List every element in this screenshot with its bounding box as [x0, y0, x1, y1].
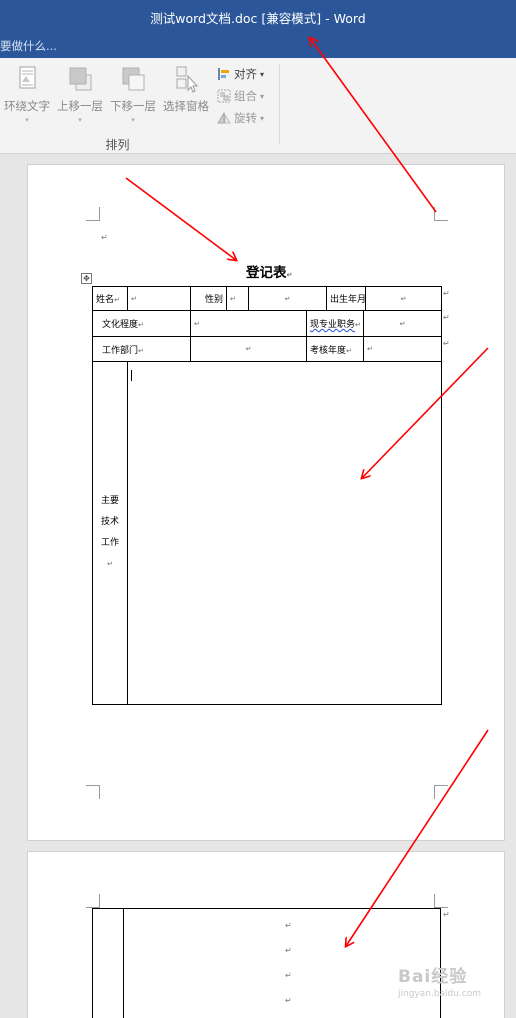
- selection-pane-icon: [171, 64, 201, 94]
- row-end-mark: ↵: [443, 339, 450, 348]
- margin-corner-mark: [86, 894, 100, 908]
- chevron-down-icon: ▾: [260, 91, 265, 101]
- margin-corner-mark: [434, 785, 448, 799]
- group-objects-icon: [217, 89, 231, 103]
- gender-value-cell[interactable]: ↵: [248, 286, 327, 311]
- chevron-down-icon: ▾: [78, 116, 82, 124]
- chevron-down-icon: ▾: [131, 116, 135, 124]
- text-cursor: [131, 370, 132, 381]
- department-value-cell[interactable]: ↵: [190, 336, 307, 362]
- margin-corner-mark: [434, 894, 448, 908]
- main-work-label-cell: 主要 技术 工作 ↵: [92, 361, 128, 705]
- row-end-mark: ↵: [443, 910, 450, 919]
- bring-forward-label: 上移一层: [57, 99, 103, 113]
- paragraph-mark: ↵: [285, 996, 292, 1005]
- group-button[interactable]: 组合 ▾: [217, 86, 264, 106]
- registration-table[interactable]: 姓名↵ ↵ 性别 ↵ ↵ 出生年月↵ ↵ 文化程度↵ ↵ 现专业职务↵ ↵ 工作…: [92, 286, 443, 705]
- paragraph-mark: ↵: [285, 971, 292, 980]
- department-label-cell: 工作部门↵: [92, 336, 191, 362]
- gender-label-mark: ↵: [226, 286, 249, 311]
- watermark-logo-text: Bai经验: [398, 967, 468, 987]
- bring-forward-icon: [65, 64, 95, 94]
- align-icon: [217, 67, 231, 81]
- send-backward-label: 下移一层: [110, 99, 156, 113]
- birth-label-cell: 出生年月↵: [325, 286, 367, 311]
- main-work-label-line: 技术: [100, 517, 119, 527]
- group-label: 组合: [234, 89, 257, 103]
- chevron-down-icon: ▾: [25, 116, 29, 124]
- document-title-text: 登记表: [246, 265, 287, 281]
- rotate-icon: [217, 111, 231, 125]
- table-row: 文化程度↵ ↵ 现专业职务↵ ↵: [92, 310, 443, 337]
- tell-me-input[interactable]: 要做什么...: [0, 38, 57, 54]
- table-row: 主要 技术 工作 ↵: [92, 361, 443, 705]
- table-column-line: [123, 909, 124, 1018]
- arrange-group-label: 排列: [105, 138, 130, 152]
- chevron-down-icon: ▾: [260, 113, 265, 123]
- wrap-text-button[interactable]: 环绕文字 ▾: [3, 64, 51, 130]
- table-row: 工作部门↵ ↵ 考核年度↵ ↵: [92, 336, 443, 362]
- align-button[interactable]: 对齐 ▾: [217, 64, 264, 84]
- wrap-text-label: 环绕文字: [4, 99, 50, 113]
- margin-corner-mark: [86, 207, 100, 221]
- rotate-label: 旋转: [234, 111, 257, 125]
- paragraph-mark: ↵: [285, 921, 292, 930]
- education-label-cell: 文化程度↵: [92, 310, 191, 337]
- document-page-1[interactable]: ↵ 登记表↵ ✥ 姓名↵ ↵ 性别 ↵ ↵ 出生年月↵ ↵ 文化程度↵ ↵: [27, 164, 505, 841]
- ribbon-arrange: 环绕文字 ▾ 上移一层 ▾ 下移一层 ▾ 选择窗格 对齐 ▾ 组合 ▾ 旋转 ▾…: [0, 58, 516, 154]
- row-end-mark: ↵: [443, 313, 450, 322]
- review-year-value-cell[interactable]: ↵: [362, 336, 443, 362]
- gender-label-cell: 性别: [190, 286, 227, 311]
- document-title[interactable]: 登记表↵: [246, 261, 292, 281]
- position-label-cell: 现专业职务↵: [306, 310, 364, 337]
- paragraph-mark: ↵: [285, 946, 292, 955]
- main-work-content-cell[interactable]: [126, 361, 443, 705]
- tell-me-bar[interactable]: 要做什么...: [0, 34, 516, 58]
- ribbon-separator: [279, 64, 280, 144]
- review-year-label-cell: 考核年度↵: [306, 336, 364, 362]
- baidu-jingyan-watermark: Bai经验 jingyan.baidu.com: [398, 962, 498, 1008]
- table-row: 姓名↵ ↵ 性别 ↵ ↵ 出生年月↵ ↵: [92, 286, 443, 311]
- rotate-button[interactable]: 旋转 ▾: [217, 108, 264, 128]
- education-value-cell[interactable]: ↵: [190, 310, 307, 337]
- selection-pane-button[interactable]: 选择窗格: [162, 64, 210, 130]
- selection-pane-label: 选择窗格: [163, 99, 209, 113]
- send-backward-icon: [118, 64, 148, 94]
- cell-end-mark: ↵: [107, 560, 113, 568]
- continued-table[interactable]: ↵ ↵ ↵ ↵: [92, 908, 441, 1018]
- wrap-text-icon: [12, 64, 42, 94]
- main-work-label-line: 工作: [100, 538, 119, 548]
- watermark-url: jingyan.baidu.com: [398, 989, 482, 999]
- margin-corner-mark: [86, 785, 100, 799]
- name-label-cell: 姓名↵: [92, 286, 128, 311]
- main-work-label-line: 主要: [100, 496, 119, 506]
- paragraph-mark: ↵: [101, 233, 108, 242]
- birth-value-cell[interactable]: ↵: [365, 286, 443, 311]
- title-bar: 测试word文档.doc [兼容模式] - Word: [0, 0, 516, 34]
- margin-corner-mark: [434, 207, 448, 221]
- position-value-cell[interactable]: ↵: [362, 310, 443, 337]
- align-label: 对齐: [234, 67, 257, 81]
- table-move-handle-icon[interactable]: ✥: [81, 273, 92, 284]
- chevron-down-icon: ▾: [260, 69, 265, 79]
- send-backward-button[interactable]: 下移一层 ▾: [109, 64, 157, 130]
- name-value-cell[interactable]: ↵: [127, 286, 191, 311]
- row-end-mark: ↵: [443, 289, 450, 298]
- bring-forward-button[interactable]: 上移一层 ▾: [56, 64, 104, 130]
- word-window: 测试word文档.doc [兼容模式] - Word 要做什么... 环绕文字 …: [0, 0, 516, 1018]
- window-title: 测试word文档.doc [兼容模式] - Word: [150, 10, 366, 26]
